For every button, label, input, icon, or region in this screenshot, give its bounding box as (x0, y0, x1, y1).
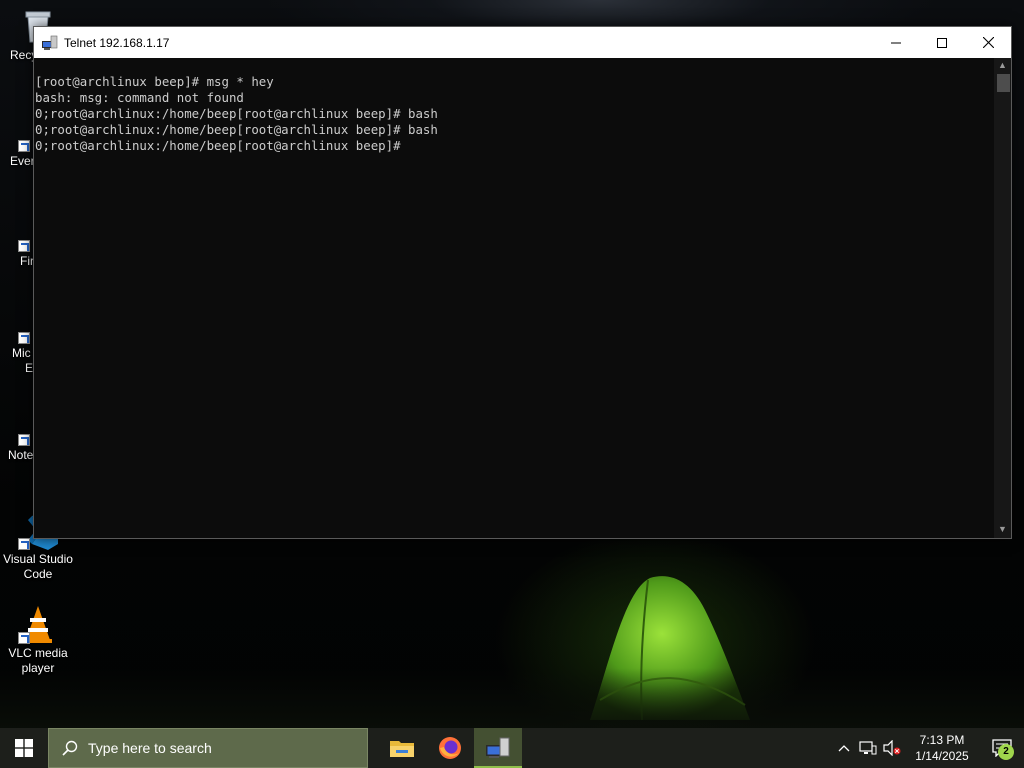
shortcut-arrow-icon (18, 632, 30, 644)
taskbar-search-box[interactable]: Type here to search (48, 728, 368, 768)
taskbar: Type here to search 7:13 PM 1/14/2025 2 (0, 728, 1024, 768)
desktop-icon-label: Visual Studio (3, 552, 73, 566)
file-explorer-icon (390, 741, 414, 757)
terminal-line: 0;root@archlinux:/home/beep[root@archlin… (35, 138, 401, 153)
network-icon[interactable] (856, 728, 880, 768)
start-button[interactable] (0, 728, 48, 768)
taskbar-telnet[interactable] (474, 728, 522, 768)
search-placeholder: Type here to search (88, 740, 212, 756)
vertical-scrollbar[interactable]: ▲ ▼ (994, 58, 1011, 538)
window-titlebar[interactable]: Telnet 192.168.1.17 (34, 27, 1011, 58)
search-icon (62, 740, 78, 756)
minimize-button[interactable] (873, 27, 919, 58)
terminal-line: 0;root@archlinux:/home/beep[root@archlin… (35, 106, 438, 121)
close-button[interactable] (965, 27, 1011, 58)
firefox-icon (439, 737, 461, 759)
maximize-icon (937, 37, 947, 48)
minimize-icon (891, 42, 901, 43)
windows-logo-icon (15, 739, 33, 757)
terminal-line: [root@archlinux beep]# msg * hey (35, 74, 274, 89)
notification-badge: 2 (998, 744, 1014, 760)
shortcut-arrow-icon (18, 240, 30, 252)
clock-date: 1/14/2025 (915, 749, 969, 763)
terminal-line: bash: msg: command not found (35, 90, 244, 105)
taskbar-file-explorer[interactable] (378, 728, 426, 768)
desktop-icon-label: Code (23, 567, 53, 581)
desktop-icon-label: VLC media (8, 646, 68, 660)
terminal-output[interactable]: [root@archlinux beep]# msg * hey bash: m… (34, 58, 994, 538)
terminal-line: 0;root@archlinux:/home/beep[root@archlin… (35, 122, 438, 137)
system-tray: 7:13 PM 1/14/2025 2 (832, 728, 1024, 768)
volume-muted-icon[interactable] (880, 728, 904, 768)
close-icon (982, 37, 994, 48)
scroll-down-arrow-icon[interactable]: ▼ (994, 522, 1011, 536)
shortcut-arrow-icon (18, 538, 30, 550)
vlc-icon (18, 604, 58, 644)
shortcut-arrow-icon (18, 140, 30, 152)
telnet-window[interactable]: Telnet 192.168.1.17 [root@archlinux beep… (33, 26, 1012, 539)
maximize-button[interactable] (919, 27, 965, 58)
shortcut-arrow-icon (18, 332, 30, 344)
telnet-app-icon (42, 35, 58, 51)
taskbar-clock[interactable]: 7:13 PM 1/14/2025 (904, 732, 980, 764)
shortcut-arrow-icon (18, 434, 30, 446)
telnet-icon (486, 737, 510, 758)
desktop-icon-label: player (21, 661, 55, 675)
show-hidden-icons-chevron-up-icon[interactable] (832, 728, 856, 768)
window-title: Telnet 192.168.1.17 (64, 35, 170, 50)
scroll-up-arrow-icon[interactable]: ▲ (994, 58, 1011, 72)
desktop-icon-vlc[interactable]: VLC media player (0, 604, 76, 676)
scrollbar-thumb[interactable] (997, 74, 1010, 92)
clock-time: 7:13 PM (919, 733, 965, 747)
taskbar-firefox[interactable] (426, 728, 474, 768)
action-center-button[interactable]: 2 (980, 728, 1024, 768)
